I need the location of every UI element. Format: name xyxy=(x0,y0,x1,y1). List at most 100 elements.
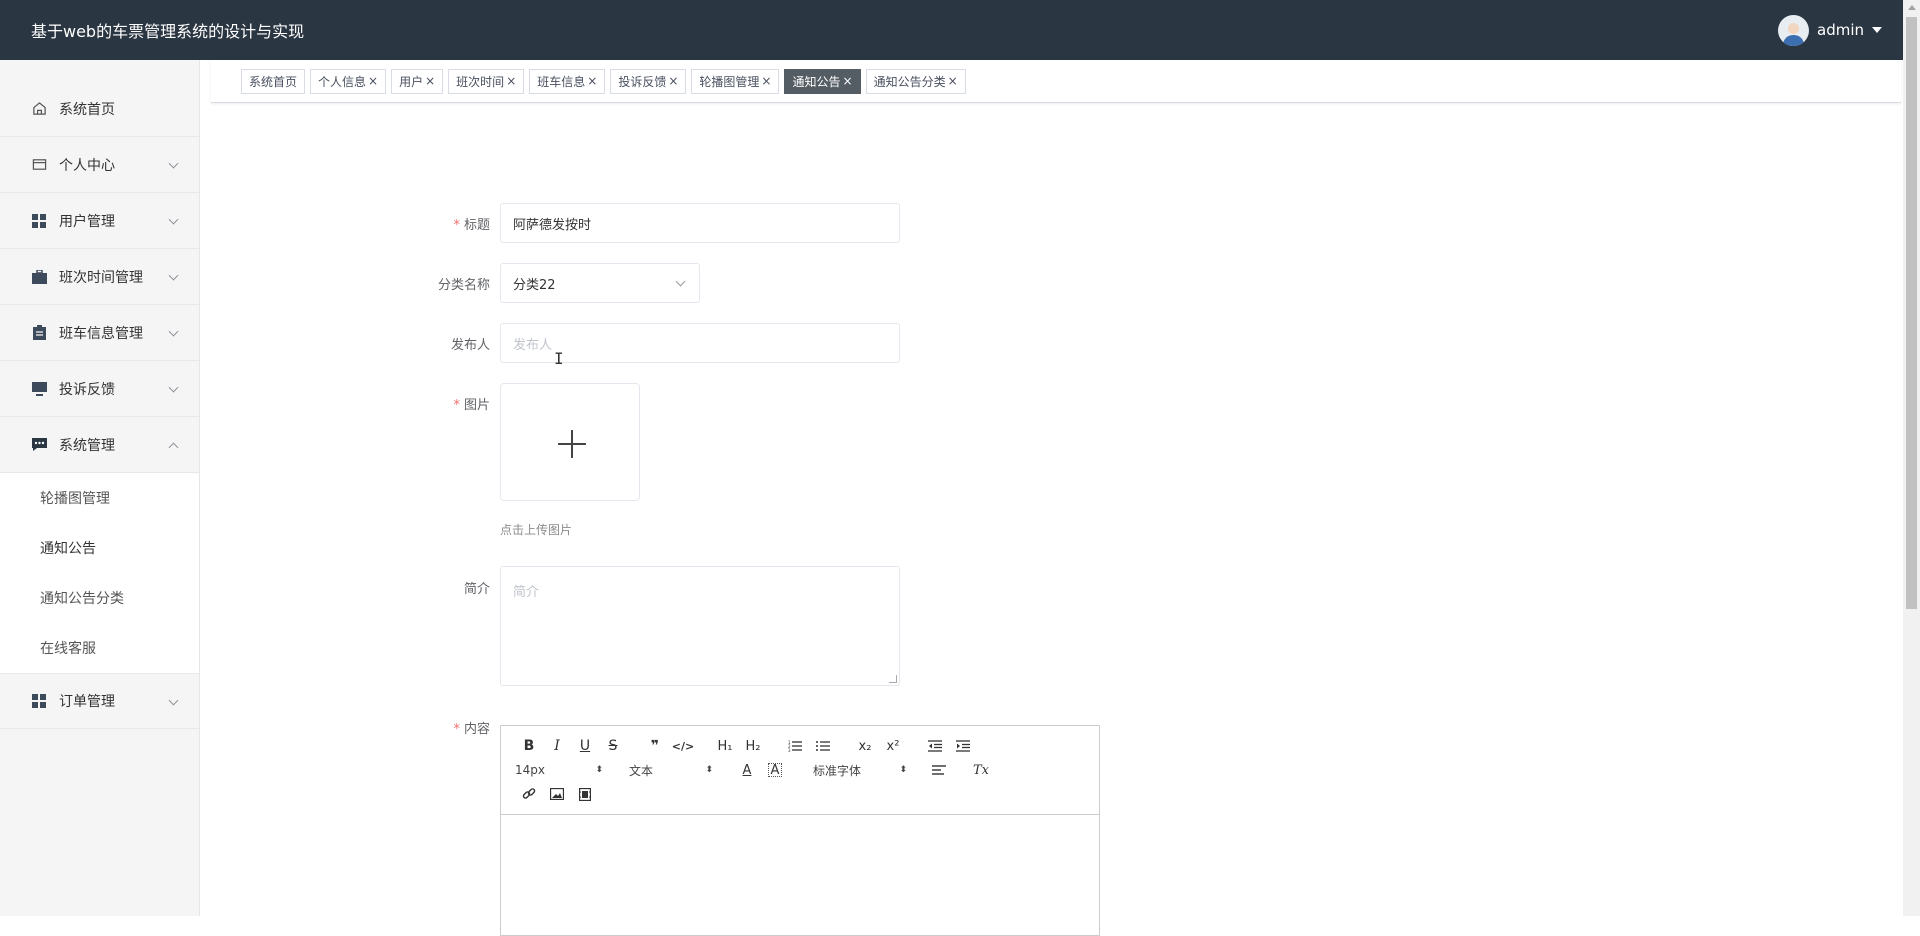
sidebar-item-feedback[interactable]: 投诉反馈 xyxy=(0,361,199,417)
font-size-value: 14px xyxy=(515,763,545,777)
close-icon[interactable]: × xyxy=(948,74,958,88)
intro-textarea[interactable]: 简介 xyxy=(500,566,900,686)
title-input[interactable]: 阿萨德发按时 xyxy=(500,203,900,243)
sidebar-item-bus-info[interactable]: 班车信息管理 xyxy=(0,305,199,361)
tag-label: 轮播图管理 xyxy=(699,74,760,89)
blockquote-icon[interactable]: ❞ xyxy=(641,734,669,758)
tag-label: 通知公告 xyxy=(792,74,841,89)
tag-home[interactable]: 系统首页 xyxy=(241,68,306,94)
dropdown-arrows-icon: ⬍ xyxy=(595,765,603,775)
submenu-item-notice-category[interactable]: 通知公告分类 xyxy=(0,573,199,623)
resize-handle-icon[interactable] xyxy=(889,675,897,683)
tag-carousel[interactable]: 轮播图管理 × xyxy=(691,68,780,94)
h1-icon[interactable]: H₁ xyxy=(711,734,739,758)
h2-icon[interactable]: H₂ xyxy=(739,734,767,758)
tag-label: 个人信息 xyxy=(318,74,367,89)
tag-schedule[interactable]: 班次时间 × xyxy=(448,68,525,94)
indent-icon[interactable] xyxy=(949,734,977,758)
tag-bus-info[interactable]: 班车信息 × xyxy=(529,68,606,94)
sidebar-item-orders[interactable]: 订单管理 xyxy=(0,673,199,729)
ordered-list-icon[interactable]: 123 xyxy=(781,734,809,758)
font-color-icon[interactable]: A xyxy=(733,758,761,782)
underline-icon[interactable]: U xyxy=(571,734,599,758)
sidebar-item-system[interactable]: 系统管理 xyxy=(0,417,199,473)
image-icon[interactable] xyxy=(543,782,571,806)
tag-label: 投诉反馈 xyxy=(618,74,667,89)
svg-text:3: 3 xyxy=(788,748,791,752)
submenu-item-online-service[interactable]: 在线客服 xyxy=(0,623,199,673)
chevron-down-icon xyxy=(168,270,179,281)
header-select[interactable]: 文本 ⬍ xyxy=(629,758,713,782)
sidebar-item-label: 订单管理 xyxy=(59,694,115,710)
upload-hint: 点击上传图片 xyxy=(500,523,573,537)
title-label: * 标题 xyxy=(453,218,490,233)
briefcase-icon xyxy=(31,269,47,285)
clipboard-icon xyxy=(31,325,47,341)
tag-label: 班次时间 xyxy=(456,74,505,89)
sidebar-item-profile[interactable]: 个人中心 xyxy=(0,137,199,193)
grid-icon xyxy=(31,693,47,709)
font-size-select[interactable]: 14px ⬍ xyxy=(515,758,603,782)
sidebar-item-home[interactable]: 系统首页 xyxy=(0,81,199,137)
tag-label: 系统首页 xyxy=(249,74,298,89)
sidebar-item-users[interactable]: 用户管理 xyxy=(0,193,199,249)
close-icon[interactable]: × xyxy=(506,74,516,88)
strikethrough-icon[interactable]: S xyxy=(599,734,627,758)
outdent-icon[interactable] xyxy=(921,734,949,758)
plus-icon-vertical xyxy=(571,430,573,458)
bullet-list-icon[interactable] xyxy=(809,734,837,758)
link-icon[interactable] xyxy=(515,782,543,806)
monitor-icon xyxy=(31,381,47,397)
editor-toolbar: B I U S ❞ </> H₁ H₂ 123 x₂ x² 14px ⬍ 文本 … xyxy=(501,726,1099,815)
sidebar-item-label: 投诉反馈 xyxy=(59,381,115,398)
close-icon[interactable]: × xyxy=(668,74,678,88)
scrollbar-thumb[interactable] xyxy=(1906,17,1917,609)
rich-text-editor: B I U S ❞ </> H₁ H₂ 123 x₂ x² 14px ⬍ 文本 … xyxy=(500,725,1100,936)
code-block-icon[interactable]: </> xyxy=(669,734,697,758)
user-menu[interactable]: admin xyxy=(1778,14,1882,46)
content-label: * 内容 xyxy=(453,722,490,737)
vertical-scrollbar[interactable] xyxy=(1903,0,1920,916)
tag-feedback[interactable]: 投诉反馈 × xyxy=(610,68,687,94)
tag-profile[interactable]: 个人信息 × xyxy=(310,68,387,94)
sidebar-item-label: 系统首页 xyxy=(59,101,115,118)
editor-content-area[interactable] xyxy=(501,815,1099,935)
scroll-up-arrow-icon[interactable] xyxy=(1908,5,1916,10)
bold-icon[interactable]: B xyxy=(515,734,543,758)
sidebar-item-schedule[interactable]: 班次时间管理 xyxy=(0,249,199,305)
text-cursor-icon: I xyxy=(554,349,564,368)
chevron-up-icon xyxy=(168,442,179,453)
category-select[interactable]: 分类22 xyxy=(500,263,700,303)
tag-notice-active[interactable]: 通知公告 × xyxy=(784,68,861,94)
superscript-icon[interactable]: x² xyxy=(879,734,907,758)
username: admin xyxy=(1817,21,1864,39)
submenu-item-carousel[interactable]: 轮播图管理 xyxy=(0,473,199,523)
close-icon[interactable]: × xyxy=(843,74,853,88)
app-title: 基于web的车票管理系统的设计与实现 xyxy=(31,22,305,41)
chevron-down-icon xyxy=(168,158,179,169)
clear-format-icon[interactable]: Tx xyxy=(967,758,995,782)
close-icon[interactable]: × xyxy=(761,74,771,88)
video-icon[interactable] xyxy=(571,782,599,806)
sidebar-item-label: 班车信息管理 xyxy=(59,325,143,342)
tag-users[interactable]: 用户 × xyxy=(391,68,444,94)
intro-placeholder: 简介 xyxy=(513,585,540,600)
close-icon[interactable]: × xyxy=(587,74,597,88)
submenu-item-notice[interactable]: 通知公告 xyxy=(0,523,199,573)
header-value: 文本 xyxy=(629,763,654,778)
close-icon[interactable]: × xyxy=(368,74,378,88)
chevron-down-icon xyxy=(168,214,179,225)
home-icon xyxy=(31,101,47,117)
font-family-select[interactable]: 标准字体 ⬍ xyxy=(813,758,907,782)
background-color-icon[interactable]: A xyxy=(768,763,782,778)
align-left-icon[interactable] xyxy=(925,758,953,782)
close-icon[interactable]: × xyxy=(425,74,435,88)
sidebar-item-label: 班次时间管理 xyxy=(59,269,143,286)
tag-notice-category[interactable]: 通知公告分类 × xyxy=(865,68,966,94)
tag-label: 通知公告分类 xyxy=(873,74,946,89)
chevron-down-icon xyxy=(675,276,686,287)
subscript-icon[interactable]: x₂ xyxy=(851,734,879,758)
image-upload-button[interactable] xyxy=(500,383,640,501)
chevron-down-icon xyxy=(168,382,179,393)
italic-icon[interactable]: I xyxy=(543,734,571,758)
